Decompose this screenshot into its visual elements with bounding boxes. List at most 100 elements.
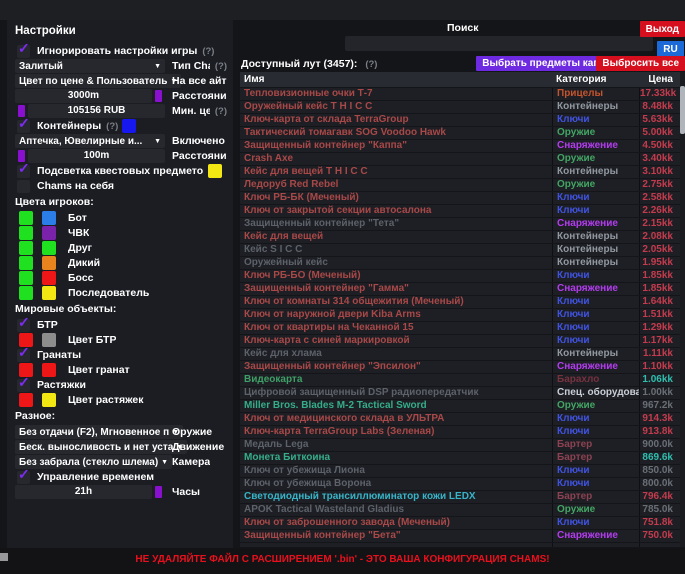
color-swatch[interactable]: [19, 286, 33, 300]
scrollbar[interactable]: [680, 72, 685, 547]
dropdown-value: Беск. выносливость и нет уста: [19, 442, 173, 453]
color-swatch[interactable]: [42, 256, 56, 270]
loot-table-row[interactable]: Miller Bros. Blades M-2 Tactical SwordОр…: [240, 400, 680, 412]
loot-table-row[interactable]: Светодиодный трансиллюминатор кожи LEDXБ…: [240, 491, 680, 503]
color-swatch[interactable]: [155, 90, 162, 102]
loot-table-row[interactable]: Кейс для вещей T H I C CКонтейнеры3.10kk: [240, 166, 680, 178]
discard-all-button[interactable]: Выбросить все: [596, 56, 685, 71]
color-swatch[interactable]: [19, 241, 33, 255]
chams-type-dropdown[interactable]: Залитый▼: [15, 59, 165, 73]
loot-table-row[interactable]: Защищенный контейнер "Каппа"Снаряжение4.…: [240, 140, 680, 152]
color-swatch[interactable]: [19, 256, 33, 270]
camera-mods-dropdown[interactable]: Без забрала (стекло шлема)▼: [15, 455, 172, 469]
loot-table-row[interactable]: Тактический томагавк SOG Voodoo HawkОруж…: [240, 127, 680, 139]
loot-table-row[interactable]: Медаль LegaБартер900.0k: [240, 439, 680, 451]
time-control-checkbox[interactable]: ✓: [17, 471, 30, 484]
loot-table-row[interactable]: Ключ от заброшенного завода (Меченый)Клю…: [240, 517, 680, 529]
loot-table-row[interactable]: Ключ от комнаты 314 общежития (Меченый)К…: [240, 296, 680, 308]
loot-table-row[interactable]: Ключ от квартиры на Чеканной 15Ключи1.29…: [240, 322, 680, 334]
color-swatch[interactable]: [42, 226, 56, 240]
loot-table-row[interactable]: Кейс для хламаКонтейнеры1.11kk: [240, 348, 680, 360]
color-swatch[interactable]: [42, 333, 56, 347]
color-swatch[interactable]: [19, 226, 33, 240]
loot-table-row[interactable]: Защищенный контейнер "Тета"Снаряжение2.1…: [240, 218, 680, 230]
color-swatch[interactable]: [42, 393, 56, 407]
loot-table-row[interactable]: Ключ РБ-БК (Меченый)Ключи2.58kk: [240, 192, 680, 204]
loot-table-row[interactable]: Ключ от закрытой секции автосалонаКлючи2…: [240, 205, 680, 217]
loot-table-row[interactable]: Оружейный кейсКонтейнеры1.95kk: [240, 257, 680, 269]
loot-table-row[interactable]: APOK Tactical Wasteland GladiusОружие785…: [240, 504, 680, 516]
loot-table-row[interactable]: Защищенный контейнер "Бета"Снаряжение750…: [240, 530, 680, 542]
column-name[interactable]: Имя: [240, 72, 552, 87]
btr-checkbox[interactable]: ✓: [17, 319, 30, 332]
loot-table-row[interactable]: Ключ от наружной двери Kiba ArmsКлючи1.5…: [240, 309, 680, 321]
loot-table-row[interactable]: Кейс для вещейКонтейнеры2.08kk: [240, 231, 680, 243]
enabled-categories-label: Включено: [172, 135, 225, 147]
color-swatch[interactable]: [155, 486, 162, 498]
grenades-checkbox[interactable]: ✓: [17, 349, 30, 362]
loot-table-row[interactable]: Оружейный кейс T H I C CКонтейнеры8.48kk: [240, 101, 680, 113]
loot-table-row[interactable]: Защищенный контейнер "Эпсилон"Снаряжение…: [240, 361, 680, 373]
quest-highlight-checkbox[interactable]: ✓: [17, 165, 30, 178]
loot-table-row[interactable]: Ключ от убежища ВоронаКлючи800.0k: [240, 478, 680, 490]
time-hours-row: 21hЧасы: [15, 485, 227, 499]
item-name: Ключ от медицинского склада в УЛЬТРА: [240, 413, 552, 425]
color-swatch[interactable]: [122, 119, 136, 133]
column-price[interactable]: Цена: [639, 72, 680, 87]
loot-table-row[interactable]: Ключ-карта от склада TerraGroupКлючи5.63…: [240, 114, 680, 126]
loot-table-row[interactable]: Ключ-карта с синей маркировкойКлючи1.17k…: [240, 335, 680, 347]
color-swatch[interactable]: [42, 271, 56, 285]
section-header: Цвета игроков:: [15, 196, 227, 209]
tripwires-checkbox[interactable]: ✓: [17, 379, 30, 392]
color-label: Бот: [68, 212, 87, 224]
item-category: Снаряжение: [552, 283, 639, 295]
movement-mods-dropdown[interactable]: Беск. выносливость и нет уста▼: [15, 440, 187, 454]
color-swatch[interactable]: [208, 164, 222, 178]
ignore-game-settings-checkbox[interactable]: ✓: [17, 45, 30, 58]
item-name: Crash Axe: [240, 153, 552, 165]
item-price: 800.0k: [639, 478, 680, 490]
scrollbar-thumb[interactable]: [680, 86, 685, 134]
color-swatch[interactable]: [42, 286, 56, 300]
time-hours-input[interactable]: 21h: [15, 485, 152, 499]
exit-button[interactable]: Выход: [640, 21, 685, 37]
item-price: 913.8k: [639, 426, 680, 438]
settings-title: Настройки: [15, 25, 227, 44]
color-swatch[interactable]: [42, 363, 56, 377]
chams-self-checkbox[interactable]: [17, 180, 30, 193]
loot-table-row[interactable]: Защищенный контейнер "Гамма"Снаряжение1.…: [240, 283, 680, 295]
color-swatch[interactable]: [19, 393, 33, 407]
container-distance-input[interactable]: 100m: [28, 149, 165, 163]
search-input[interactable]: [345, 36, 653, 51]
loot-table-row[interactable]: ВидеокартаБарахло1.06kk: [240, 374, 680, 386]
settings-panel: Настройки ✓Игнорировать настройки игры(?…: [7, 20, 233, 548]
loot-table-row[interactable]: Ледоруб Red RebelОружие2.75kk: [240, 179, 680, 191]
loot-table-row[interactable]: [240, 543, 680, 547]
color-swatch[interactable]: [42, 241, 56, 255]
loot-table-row[interactable]: Ключ РБ-БО (Меченый)Ключи1.85kk: [240, 270, 680, 282]
all-items-color-dropdown[interactable]: Цвет по цене & Пользователь▼: [15, 74, 181, 88]
language-button[interactable]: RU: [657, 41, 684, 57]
color-swatch[interactable]: [19, 211, 33, 225]
loot-table-row[interactable]: Монета БиткоинаБартер869.6k: [240, 452, 680, 464]
loot-distance-label: Расстояние: [172, 90, 227, 102]
weapon-mods-label: Оружие: [172, 426, 212, 438]
min-price-input[interactable]: 105156 RUB: [28, 104, 165, 118]
containers-checkbox[interactable]: ✓: [17, 120, 30, 133]
loot-table-row[interactable]: Ключ от убежища ЛионаКлючи850.0k: [240, 465, 680, 477]
enabled-categories-dropdown[interactable]: Аптечка, Ювелирные и...▼: [15, 134, 165, 148]
pair-row: ЧВК: [15, 226, 227, 240]
loot-table-row[interactable]: Цифровой защищенный DSP радиопередатчикС…: [240, 387, 680, 399]
loot-table-row[interactable]: Кейс S I C CКонтейнеры2.05kk: [240, 244, 680, 256]
color-swatch[interactable]: [42, 211, 56, 225]
color-swatch[interactable]: [19, 271, 33, 285]
column-category[interactable]: Категория: [552, 72, 639, 87]
item-category: Ключи: [552, 205, 639, 217]
loot-table-row[interactable]: Ключ-карта TerraGroup Labs (Зеленая)Ключ…: [240, 426, 680, 438]
loot-table-row[interactable]: Тепловизионные очки Т-7Прицелы17.33kk: [240, 88, 680, 100]
loot-table-row[interactable]: Ключ от медицинского склада в УЛЬТРАКлюч…: [240, 413, 680, 425]
loot-distance-input[interactable]: 3000m: [15, 89, 152, 103]
item-price: 751.8k: [639, 517, 680, 529]
loot-table-row[interactable]: Crash AxeОружие3.40kk: [240, 153, 680, 165]
weapon-mods-dropdown[interactable]: Без отдачи (F2), Мгновенное п▼: [15, 425, 183, 439]
